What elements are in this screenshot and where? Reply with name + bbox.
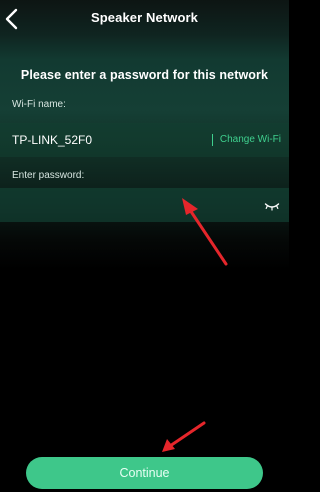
page-title: Speaker Network xyxy=(91,10,198,25)
password-row xyxy=(0,188,289,222)
nav-bar: Speaker Network xyxy=(0,0,289,38)
instruction-heading: Please enter a password for this network xyxy=(20,68,269,82)
wifi-name-label: Wi-Fi name: xyxy=(12,99,66,110)
wifi-name-value: TP-LINK_52F0 xyxy=(12,133,93,147)
change-wifi-divider xyxy=(212,134,213,146)
change-wifi-link[interactable]: Change Wi-Fi xyxy=(220,134,281,145)
eye-closed-icon xyxy=(264,203,280,211)
speaker-network-screen: Speaker Network Please enter a password … xyxy=(0,0,289,492)
wifi-name-row: TP-LINK_52F0 Change Wi-Fi xyxy=(0,123,289,157)
password-input[interactable] xyxy=(10,194,254,218)
toggle-password-visibility-button[interactable] xyxy=(264,199,280,211)
continue-button[interactable]: Continue xyxy=(26,457,263,489)
password-label: Enter password: xyxy=(12,170,85,181)
